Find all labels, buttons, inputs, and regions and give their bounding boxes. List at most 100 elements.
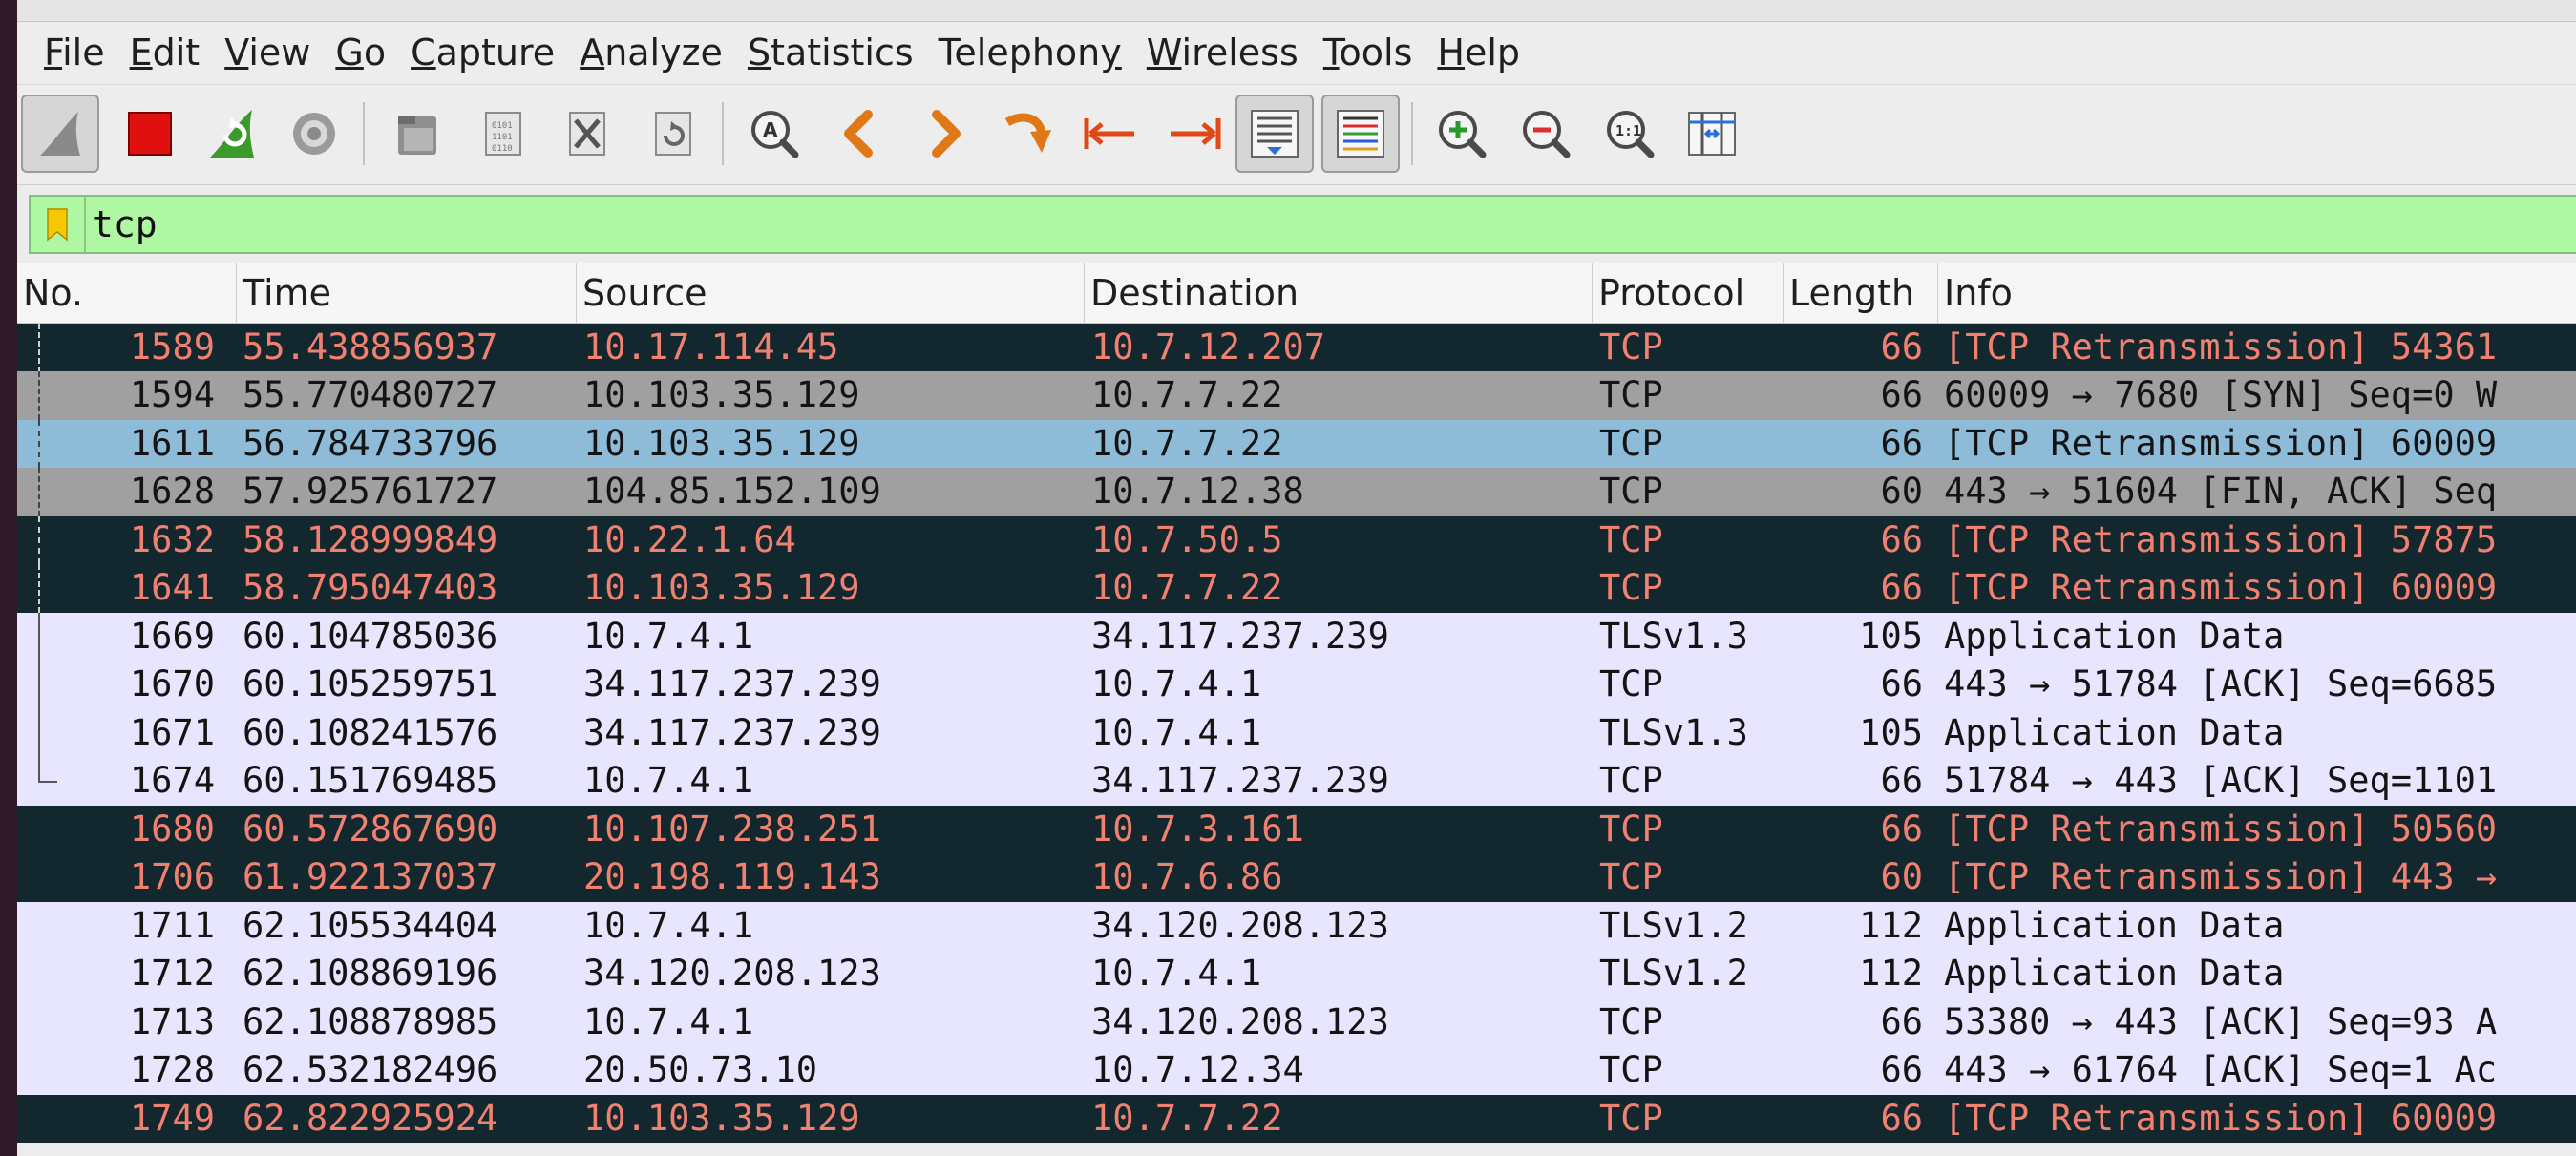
packet-row[interactable]: 1712 62.108869196 34.120.208.123 10.7.4.1 TL… — [17, 950, 2576, 998]
related-packet-marker — [38, 708, 40, 758]
related-packet-marker — [38, 757, 57, 784]
menu-item[interactable]: File — [17, 23, 117, 82]
packet-protocol: TCP — [1599, 663, 1663, 705]
packet-length: 66 — [1880, 1000, 1923, 1042]
filter-bookmark-icon[interactable] — [31, 197, 86, 252]
packet-row[interactable]: 1641 58.795047403 10.103.35.129 10.7.7.22 TC… — [17, 564, 2576, 613]
column-header-protocol[interactable]: Protocol — [1593, 263, 1784, 323]
packet-info: Application Data — [1944, 953, 2285, 995]
packet-length: 66 — [1880, 1097, 1923, 1139]
packet-source: 10.103.35.129 — [583, 422, 860, 464]
menu-item[interactable]: Capture — [398, 23, 567, 82]
packet-time: 60.108241576 — [243, 711, 498, 753]
go-to-packet-icon[interactable] — [987, 95, 1066, 173]
packet-time: 62.108869196 — [243, 953, 498, 995]
packet-destination: 34.117.237.239 — [1091, 760, 1389, 802]
packet-protocol: TLSv1.3 — [1599, 711, 1748, 753]
resize-columns-icon[interactable] — [1673, 95, 1751, 173]
packet-row[interactable]: 1728 62.532182496 20.50.73.10 10.7.12.34 TCP… — [17, 1046, 2576, 1095]
reload-file-icon[interactable] — [634, 95, 712, 173]
related-packet-marker — [38, 419, 40, 469]
packet-row[interactable]: 1749 62.822925924 10.103.35.129 10.7.7.22 TC… — [17, 1094, 2576, 1144]
menu-item[interactable]: Wireless — [1134, 23, 1311, 82]
packet-protocol: TCP — [1599, 374, 1663, 416]
packet-destination: 34.120.208.123 — [1091, 904, 1389, 946]
svg-text:1:1: 1:1 — [1615, 122, 1641, 139]
column-header-time[interactable]: Time — [237, 263, 577, 323]
menu-item[interactable]: Go — [323, 23, 398, 82]
zoom-in-icon[interactable] — [1423, 95, 1501, 173]
packet-info: 53380 → 443 [ACK] Seq=93 A — [1944, 1000, 2498, 1042]
packet-protocol: TLSv1.2 — [1599, 953, 1748, 995]
packet-row[interactable]: 1711 62.105534404 10.7.4.1 34.120.208.123 TL… — [17, 901, 2576, 951]
column-header-destination[interactable]: Destination — [1085, 263, 1593, 323]
close-file-icon[interactable] — [548, 95, 626, 173]
display-filter-bar — [29, 195, 2576, 254]
first-packet-icon[interactable] — [1071, 95, 1150, 173]
normal-size-icon[interactable]: 1:1 — [1591, 95, 1669, 173]
packet-row[interactable]: 1680 60.572867690 10.107.238.251 10.7.3.161… — [17, 805, 2576, 854]
display-filter-input[interactable] — [92, 197, 2479, 252]
packet-protocol: TCP — [1599, 471, 1663, 513]
packet-protocol: TLSv1.3 — [1599, 615, 1748, 657]
packet-source: 10.7.4.1 — [583, 904, 754, 946]
packet-time: 55.438856937 — [243, 326, 498, 368]
column-header-info[interactable]: Info — [1938, 263, 2576, 323]
packet-row[interactable]: 1669 60.104785036 10.7.4.1 34.117.237.239 TL… — [17, 612, 2576, 662]
save-file-icon[interactable]: 0101 1101 0110 — [464, 95, 542, 173]
go-forward-icon[interactable] — [905, 95, 983, 173]
column-header-source[interactable]: Source — [577, 263, 1085, 323]
menu-item[interactable]: Edit — [117, 23, 213, 82]
packet-number: 1706 — [129, 856, 215, 898]
packet-row[interactable]: 1611 56.784733796 10.103.35.129 10.7.7.22 TC… — [17, 419, 2576, 469]
packet-info: [TCP Retransmission] 443 → — [1944, 856, 2498, 898]
autoscroll-icon[interactable] — [1235, 95, 1314, 173]
packet-row[interactable]: 1706 61.922137037 20.198.119.143 10.7.6.86 T… — [17, 853, 2576, 902]
colorize-icon[interactable] — [1321, 95, 1400, 173]
menu-item[interactable]: Help — [1425, 23, 1532, 82]
packet-length: 66 — [1880, 663, 1923, 705]
packet-time: 62.105534404 — [243, 904, 498, 946]
packet-info: 60009 → 7680 [SYN] Seq=0 W — [1944, 374, 2498, 416]
packet-row[interactable]: 1671 60.108241576 34.117.237.239 10.7.4.1 TL… — [17, 708, 2576, 758]
menu-item[interactable]: View — [212, 23, 323, 82]
packet-number: 1671 — [129, 711, 215, 753]
go-back-icon[interactable] — [821, 95, 899, 173]
restart-capture-icon[interactable] — [193, 95, 271, 173]
menu-item[interactable]: Tools — [1311, 23, 1425, 82]
toolbar-separator — [1411, 102, 1413, 165]
packet-row[interactable]: 1589 55.438856937 10.17.114.45 10.7.12.207 T… — [17, 324, 2576, 372]
packet-row[interactable]: 1628 57.925761727 104.85.152.109 10.7.12.38… — [17, 468, 2576, 516]
packet-protocol: TCP — [1599, 808, 1663, 850]
packet-length: 105 — [1859, 615, 1923, 657]
packet-info: 51784 → 443 [ACK] Seq=1101 — [1944, 760, 2498, 802]
column-header-no[interactable]: No. — [17, 263, 237, 323]
menu-item[interactable]: Analyze — [567, 23, 735, 82]
zoom-out-icon[interactable] — [1507, 95, 1585, 173]
menu-item[interactable]: Statistics — [735, 23, 926, 82]
stop-capture-icon[interactable] — [111, 95, 189, 173]
packet-time: 58.128999849 — [243, 518, 498, 560]
shark-fin-start-icon[interactable] — [21, 95, 99, 173]
last-packet-icon[interactable] — [1155, 95, 1234, 173]
column-header-length[interactable]: Length — [1784, 263, 1938, 323]
packet-row[interactable]: 1674 60.151769485 10.7.4.1 34.117.237.239 TC… — [17, 757, 2576, 806]
packet-destination: 10.7.7.22 — [1091, 422, 1283, 464]
packet-list-header: No. Time Source Destination Protocol Len… — [17, 263, 2576, 324]
packet-row[interactable]: 1594 55.770480727 10.103.35.129 10.7.7.22 TC… — [17, 371, 2576, 420]
packet-info: [TCP Retransmission] 60009 — [1944, 422, 2498, 464]
packet-row[interactable]: 1713 62.108878985 10.7.4.1 34.120.208.123 TC… — [17, 998, 2576, 1047]
packet-time: 58.795047403 — [243, 567, 498, 609]
packet-length: 112 — [1859, 953, 1923, 995]
packet-source: 20.198.119.143 — [583, 856, 881, 898]
menu-item[interactable]: Telephony — [926, 23, 1134, 82]
packet-number: 1749 — [129, 1097, 215, 1139]
find-packet-icon[interactable]: A — [735, 95, 813, 173]
packet-row[interactable]: 1632 58.128999849 10.22.1.64 10.7.50.5 TCP 66… — [17, 515, 2576, 565]
packet-row[interactable]: 1670 60.105259751 34.117.237.239 10.7.4.1 TC… — [17, 661, 2576, 709]
packet-list: 1589 55.438856937 10.17.114.45 10.7.12.207 T… — [17, 324, 2576, 1156]
packet-time: 55.770480727 — [243, 374, 498, 416]
packet-destination: 34.117.237.239 — [1091, 615, 1389, 657]
capture-options-gear-icon[interactable] — [275, 95, 353, 173]
open-file-icon[interactable] — [378, 95, 456, 173]
